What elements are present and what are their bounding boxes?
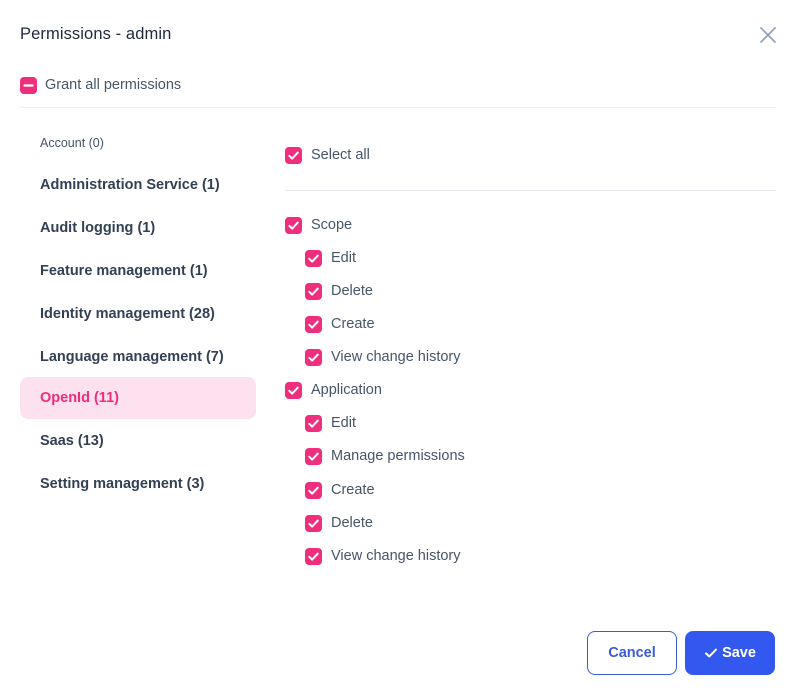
check-icon	[308, 552, 319, 561]
dialog-title: Permissions - admin	[20, 25, 172, 43]
application-manage-permissions-checkbox[interactable]	[305, 447, 322, 465]
permission-application[interactable]: Application	[285, 381, 382, 399]
check-icon	[308, 452, 319, 461]
application-view-change-history-checkbox[interactable]	[305, 547, 322, 565]
application-edit-checkbox[interactable]	[305, 414, 322, 432]
scope-create-checkbox[interactable]	[305, 315, 322, 333]
cancel-button[interactable]: Cancel	[587, 631, 677, 675]
permission-application-delete[interactable]: Delete	[305, 514, 373, 532]
select-all-permission[interactable]: Select all	[285, 146, 370, 164]
sidebar-item-saas[interactable]: Saas (13)	[20, 420, 256, 462]
grant-all-permissions[interactable]: Grant all permissions	[20, 76, 181, 94]
application-manage-permissions-label: Manage permissions	[331, 448, 465, 464]
check-icon	[308, 486, 319, 495]
sidebar-item-feature-management[interactable]: Feature management (1)	[20, 250, 256, 292]
sidebar-item-audit-logging[interactable]: Audit logging (1)	[20, 207, 256, 249]
scope-view-change-history-label: View change history	[331, 349, 461, 365]
grant-all-label: Grant all permissions	[45, 77, 182, 93]
scope-checkbox[interactable]	[285, 216, 302, 234]
permission-application-edit[interactable]: Edit	[305, 414, 356, 432]
check-icon	[308, 287, 319, 296]
check-icon	[308, 353, 319, 362]
application-label: Application	[311, 382, 382, 398]
scope-label: Scope	[311, 217, 353, 233]
scope-edit-label: Edit	[331, 250, 356, 266]
application-view-change-history-label: View change history	[331, 548, 461, 564]
check-icon	[308, 254, 319, 263]
permissions-dialog: Permissions - admin Grant all permission…	[0, 0, 797, 697]
permission-application-create[interactable]: Create	[305, 481, 375, 499]
check-icon	[288, 386, 299, 395]
save-button[interactable]: Save	[685, 631, 775, 675]
sidebar-item-account[interactable]: Account (0)	[20, 122, 256, 164]
permission-scope-delete[interactable]: Delete	[305, 282, 373, 300]
panel-divider	[285, 190, 776, 191]
application-create-checkbox[interactable]	[305, 481, 322, 499]
scope-delete-label: Delete	[331, 283, 373, 299]
sidebar-item-setting-management[interactable]: Setting management (3)	[20, 463, 256, 505]
check-icon	[288, 151, 299, 160]
sidebar-item-openid[interactable]: OpenId (11)	[20, 377, 256, 419]
application-delete-label: Delete	[331, 515, 373, 531]
permission-scope-create[interactable]: Create	[305, 315, 375, 333]
scope-edit-checkbox[interactable]	[305, 249, 322, 267]
check-icon	[705, 648, 718, 658]
select-all-label: Select all	[311, 147, 370, 163]
cancel-button-label: Cancel	[608, 645, 656, 661]
close-icon[interactable]	[757, 24, 779, 46]
scope-delete-checkbox[interactable]	[305, 282, 322, 300]
sidebar-item-identity-management[interactable]: Identity management (28)	[20, 293, 256, 335]
application-delete-checkbox[interactable]	[305, 514, 322, 532]
sidebar-item-administration-service[interactable]: Administration Service (1)	[20, 164, 256, 206]
minus-icon	[23, 83, 34, 87]
header-divider	[20, 107, 776, 108]
permission-scope[interactable]: Scope	[285, 216, 352, 234]
scope-create-label: Create	[331, 316, 375, 332]
select-all-checkbox[interactable]	[285, 146, 302, 164]
check-icon	[308, 320, 319, 329]
permission-application-view-change-history[interactable]: View change history	[305, 547, 461, 565]
permission-scope-view-change-history[interactable]: View change history	[305, 348, 461, 366]
permission-scope-edit[interactable]: Edit	[305, 249, 356, 267]
grant-all-checkbox[interactable]	[20, 76, 37, 94]
check-icon	[308, 519, 319, 528]
application-checkbox[interactable]	[285, 381, 302, 399]
check-icon	[308, 419, 319, 428]
permission-application-manage-permissions[interactable]: Manage permissions	[305, 447, 465, 465]
save-button-label: Save	[722, 645, 756, 661]
check-icon	[288, 221, 299, 230]
application-edit-label: Edit	[331, 415, 356, 431]
scope-view-change-history-checkbox[interactable]	[305, 348, 322, 366]
application-create-label: Create	[331, 482, 375, 498]
sidebar-item-language-management[interactable]: Language management (7)	[20, 336, 256, 378]
